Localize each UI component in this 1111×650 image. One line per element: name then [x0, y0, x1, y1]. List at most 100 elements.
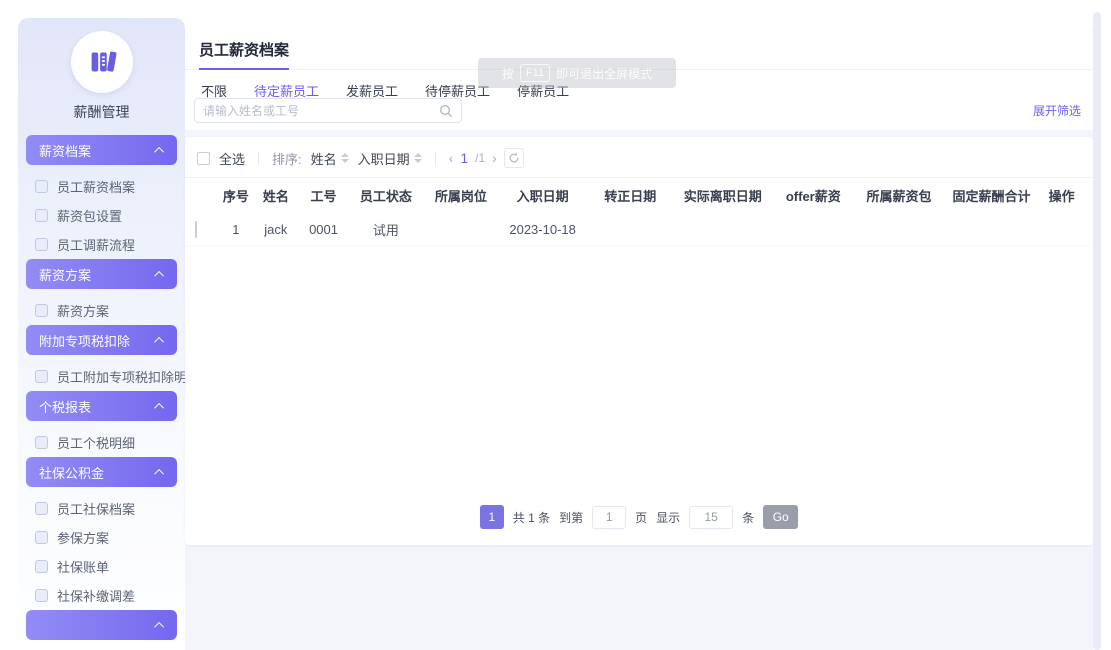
- total-pages: /1: [475, 151, 485, 165]
- sort-by-name[interactable]: 姓名: [311, 149, 349, 168]
- pagination-bar: 1 共 1 条 到第 页 显示 条 Go: [185, 505, 1093, 545]
- bill-icon: [35, 560, 48, 573]
- page-scrollbar[interactable]: [1093, 12, 1101, 650]
- app-logo: [71, 31, 133, 93]
- select-all-checkbox[interactable]: [197, 152, 210, 165]
- insurance-plan-icon: [35, 531, 48, 544]
- sidebar-menu: 薪资档案 员工薪资档案 薪资包设置 员工调薪流程 薪资方案: [18, 135, 185, 640]
- toolbar-pager: ‹ 1 /1 ›: [449, 148, 524, 168]
- table-panel: 全选 排序: 姓名 入职日期 ‹ 1 /1 ›: [185, 137, 1093, 545]
- books-icon: [85, 45, 119, 79]
- sidebar-item-special-tax-deduction-detail[interactable]: 员工附加专项税扣除明细: [26, 362, 177, 391]
- col-action[interactable]: 操作: [1040, 186, 1083, 205]
- col-name[interactable]: 姓名: [253, 186, 298, 205]
- menu-item-label: 社保账单: [57, 557, 109, 576]
- cell-seq: 1: [218, 222, 253, 237]
- total-count-label: 共 1 条: [513, 509, 550, 526]
- menu-item-label: 参保方案: [57, 528, 109, 547]
- col-regular-date[interactable]: 转正日期: [586, 186, 674, 205]
- size-unit-label: 条: [742, 509, 754, 526]
- sidebar-item-employee-salary-archive[interactable]: 员工薪资档案: [26, 172, 177, 201]
- page-1-button[interactable]: 1: [480, 505, 504, 529]
- goto-prefix-label: 到第: [559, 509, 583, 526]
- select-all-label: 全选: [219, 149, 245, 168]
- table-header-row: 序号 姓名 工号 员工状态 所属岗位 入职日期 转正日期 实际离职日期 offe…: [185, 177, 1093, 213]
- go-button[interactable]: Go: [763, 505, 798, 529]
- menu-item-label: 员工社保档案: [57, 499, 135, 518]
- sidebar-section-social-security[interactable]: 社保公积金: [26, 457, 177, 487]
- col-hire-date[interactable]: 入职日期: [499, 186, 587, 205]
- search-box[interactable]: [194, 98, 462, 123]
- social-archive-icon: [35, 502, 48, 515]
- table-toolbar: 全选 排序: 姓名 入职日期 ‹ 1 /1 ›: [185, 137, 1093, 177]
- table-empty-space: [185, 247, 1093, 505]
- table-row[interactable]: 1 jack 0001 试用 2023-10-18: [185, 213, 1093, 247]
- row-checkbox-cell: [195, 222, 218, 237]
- sidebar-section-salary-plan[interactable]: 薪资方案: [26, 259, 177, 289]
- divider: [435, 152, 436, 165]
- col-fixed-total[interactable]: 固定薪酬合计: [943, 186, 1040, 205]
- sidebar-section-special-tax-deduction[interactable]: 附加专项税扣除: [26, 325, 177, 355]
- sort-field-label: 入职日期: [358, 149, 410, 168]
- search-input[interactable]: [203, 104, 439, 118]
- sidebar-section-salary-archive[interactable]: 薪资档案: [26, 135, 177, 165]
- search-icon[interactable]: [439, 104, 453, 118]
- menu-item-label: 员工附加专项税扣除明细: [57, 367, 185, 386]
- salary-package-icon: [35, 209, 48, 222]
- app-name: 薪酬管理: [18, 102, 185, 122]
- next-page-arrow[interactable]: ›: [492, 150, 497, 166]
- f11-keycap: F11: [520, 64, 550, 82]
- col-code[interactable]: 工号: [298, 186, 349, 205]
- sidebar-item-social-security-archive[interactable]: 员工社保档案: [26, 494, 177, 523]
- salary-plan-icon: [35, 304, 48, 317]
- col-leave-date[interactable]: 实际离职日期: [674, 186, 771, 205]
- sidebar-item-salary-adjust-flow[interactable]: 员工调薪流程: [26, 230, 177, 259]
- adjust-diff-icon: [35, 589, 48, 602]
- sidebar-section-tax-report[interactable]: 个税报表: [26, 391, 177, 421]
- page-size-input[interactable]: [689, 506, 733, 529]
- sidebar-item-employee-tax-detail[interactable]: 员工个税明细: [26, 428, 177, 457]
- menu-item-label: 社保补缴调差: [57, 586, 135, 605]
- deduction-detail-icon: [35, 370, 48, 383]
- menu-item-label: 员工个税明细: [57, 433, 135, 452]
- sidebar-item-salary-package-setting[interactable]: 薪资包设置: [26, 201, 177, 230]
- expand-filter-link[interactable]: 展开筛选: [1033, 102, 1081, 119]
- cell-hire-date: 2023-10-18: [499, 222, 587, 237]
- section-label: 社保公积金: [39, 463, 104, 482]
- section-label: 薪资档案: [39, 141, 91, 160]
- cell-code: 0001: [298, 222, 349, 237]
- row-checkbox[interactable]: [195, 221, 197, 238]
- col-status[interactable]: 员工状态: [349, 186, 423, 205]
- main-content: 员工薪资档案 不限 待定薪员工 发薪员工 待停薪员工 停薪员工 展开筛选: [185, 30, 1093, 650]
- sidebar-item-social-security-adjust[interactable]: 社保补缴调差: [26, 581, 177, 610]
- prev-page-arrow[interactable]: ‹: [449, 150, 454, 166]
- sort-by-hire-date[interactable]: 入职日期: [358, 149, 422, 168]
- sort-field-label: 姓名: [311, 149, 337, 168]
- col-offer-salary[interactable]: offer薪资: [771, 186, 855, 205]
- chevron-up-icon: [154, 336, 164, 346]
- chevron-up-icon: [154, 270, 164, 280]
- current-page: 1: [460, 150, 468, 166]
- header-panel: 员工薪资档案 不限 待定薪员工 发薪员工 待停薪员工 停薪员工 展开筛选: [185, 30, 1093, 130]
- col-seq[interactable]: 序号: [218, 186, 253, 205]
- menu-item-label: 员工调薪流程: [57, 235, 135, 254]
- goto-page-input[interactable]: [592, 506, 626, 529]
- sort-label: 排序:: [272, 149, 302, 168]
- sidebar-section-clipped[interactable]: [26, 610, 177, 640]
- menu-item-label: 薪资方案: [57, 301, 109, 320]
- search-row: 展开筛选: [185, 94, 1093, 123]
- sidebar-item-salary-plan[interactable]: 薪资方案: [26, 296, 177, 325]
- col-package[interactable]: 所属薪资包: [855, 186, 943, 205]
- sidebar-item-insurance-plan[interactable]: 参保方案: [26, 523, 177, 552]
- menu-item-label: 薪资包设置: [57, 206, 122, 225]
- cell-name: jack: [253, 222, 298, 237]
- sidebar-item-social-security-bill[interactable]: 社保账单: [26, 552, 177, 581]
- divider: [258, 152, 259, 165]
- chevron-up-icon: [154, 621, 164, 631]
- menu-item-label: 员工薪资档案: [57, 177, 135, 196]
- fullscreen-exit-toast: 按 F11 即可退出全屏模式: [478, 58, 676, 88]
- toast-text: 即可退出全屏模式: [556, 65, 652, 82]
- section-label: 附加专项税扣除: [39, 331, 130, 350]
- col-position[interactable]: 所属岗位: [423, 186, 499, 205]
- refresh-button[interactable]: [504, 148, 524, 168]
